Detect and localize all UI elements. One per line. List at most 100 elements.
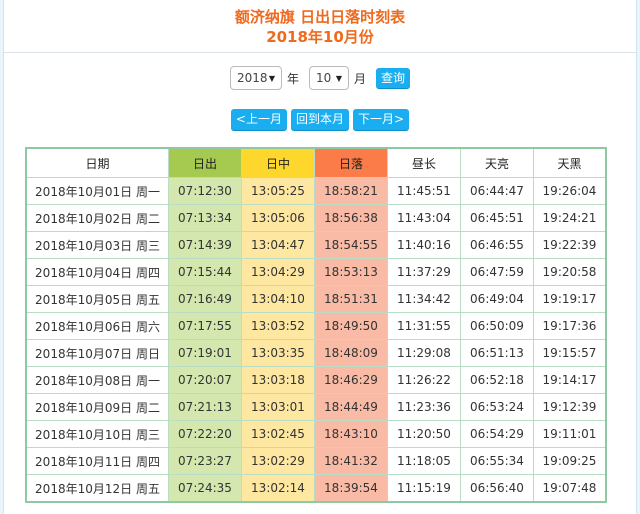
table-row: 2018年10月05日 周五 07:16:49 13:04:10 18:51:31 11… bbox=[25, 285, 607, 313]
cell-sunrise: 07:24:35 bbox=[168, 474, 242, 503]
cell-dusk: 19:11:01 bbox=[533, 420, 607, 448]
cell-date: 2018年10月05日 周五 bbox=[25, 285, 169, 313]
cell-dawn: 06:47:59 bbox=[460, 258, 534, 286]
cell-sunrise: 07:19:01 bbox=[168, 339, 242, 367]
cell-sunset: 18:58:21 bbox=[314, 177, 388, 205]
month-select-value: 10 bbox=[315, 71, 332, 85]
month-select[interactable]: 10 ▼ bbox=[308, 66, 349, 90]
cell-dusk: 19:09:25 bbox=[533, 447, 607, 475]
table-header-row: 日期 日出 日中 日落 昼长 天亮 天黑 bbox=[25, 147, 607, 178]
cell-dawn: 06:54:29 bbox=[460, 420, 534, 448]
cell-day-length: 11:29:08 bbox=[387, 339, 461, 367]
table-row: 2018年10月02日 周二 07:13:34 13:05:06 18:56:38 11… bbox=[25, 204, 607, 232]
cell-sunrise: 07:12:30 bbox=[168, 177, 242, 205]
cell-dusk: 19:07:48 bbox=[533, 474, 607, 503]
cell-sunset: 18:49:50 bbox=[314, 312, 388, 340]
cell-noon: 13:04:29 bbox=[241, 258, 315, 286]
year-select-value: 2018 bbox=[236, 71, 268, 85]
column-header-dawn: 天亮 bbox=[460, 147, 534, 178]
cell-sunset: 18:44:49 bbox=[314, 393, 388, 421]
query-controls: 2018 ▼ 年 10 ▼ 月 查询 bbox=[4, 66, 636, 90]
cell-noon: 13:02:45 bbox=[241, 420, 315, 448]
query-button[interactable]: 查询 bbox=[376, 68, 411, 88]
cell-date: 2018年10月11日 周四 bbox=[25, 447, 169, 475]
column-header-sunrise: 日出 bbox=[168, 147, 242, 178]
month-navigation: <上一月 回到本月 下一月> bbox=[4, 109, 636, 130]
cell-sunset: 18:53:13 bbox=[314, 258, 388, 286]
cell-noon: 13:03:01 bbox=[241, 393, 315, 421]
cell-noon: 13:05:06 bbox=[241, 204, 315, 232]
cell-dawn: 06:51:13 bbox=[460, 339, 534, 367]
cell-dusk: 19:24:21 bbox=[533, 204, 607, 232]
column-header-noon: 日中 bbox=[241, 147, 315, 178]
cell-dawn: 06:53:24 bbox=[460, 393, 534, 421]
cell-dawn: 06:55:34 bbox=[460, 447, 534, 475]
cell-noon: 13:02:14 bbox=[241, 474, 315, 503]
table-row: 2018年10月01日 周一 07:12:30 13:05:25 18:58:21 11… bbox=[25, 177, 607, 205]
cell-date: 2018年10月04日 周四 bbox=[25, 258, 169, 286]
column-header-sunset: 日落 bbox=[314, 147, 388, 178]
cell-sunrise: 07:15:44 bbox=[168, 258, 242, 286]
cell-dusk: 19:14:17 bbox=[533, 366, 607, 394]
cell-dawn: 06:44:47 bbox=[460, 177, 534, 205]
column-header-dusk: 天黑 bbox=[533, 147, 607, 178]
cell-date: 2018年10月01日 周一 bbox=[25, 177, 169, 205]
cell-noon: 13:03:18 bbox=[241, 366, 315, 394]
column-header-day-length: 昼长 bbox=[387, 147, 461, 178]
chevron-down-icon: ▼ bbox=[335, 73, 342, 83]
table-row: 2018年10月12日 周五 07:24:35 13:02:14 18:39:54 11… bbox=[25, 474, 607, 503]
cell-dawn: 06:45:51 bbox=[460, 204, 534, 232]
table-row: 2018年10月09日 周二 07:21:13 13:03:01 18:44:49 11… bbox=[25, 393, 607, 421]
cell-sunrise: 07:14:39 bbox=[168, 231, 242, 259]
cell-day-length: 11:45:51 bbox=[387, 177, 461, 205]
next-month-button[interactable]: 下一月> bbox=[353, 109, 410, 130]
cell-dawn: 06:50:09 bbox=[460, 312, 534, 340]
cell-dusk: 19:15:57 bbox=[533, 339, 607, 367]
cell-day-length: 11:23:36 bbox=[387, 393, 461, 421]
cell-dusk: 19:12:39 bbox=[533, 393, 607, 421]
page-subtitle: 2018年10月份 bbox=[266, 28, 374, 46]
cell-date: 2018年10月06日 周六 bbox=[25, 312, 169, 340]
prev-month-button[interactable]: <上一月 bbox=[230, 109, 287, 130]
month-unit-label: 月 bbox=[353, 71, 366, 86]
cell-sunset: 18:41:32 bbox=[314, 447, 388, 475]
cell-date: 2018年10月08日 周一 bbox=[25, 366, 169, 394]
cell-dawn: 06:56:40 bbox=[460, 474, 534, 503]
cell-day-length: 11:43:04 bbox=[387, 204, 461, 232]
current-month-button[interactable]: 回到本月 bbox=[290, 109, 349, 130]
cell-date: 2018年10月03日 周三 bbox=[25, 231, 169, 259]
cell-sunset: 18:51:31 bbox=[314, 285, 388, 313]
cell-day-length: 11:31:55 bbox=[387, 312, 461, 340]
cell-sunrise: 07:21:13 bbox=[168, 393, 242, 421]
cell-sunset: 18:43:10 bbox=[314, 420, 388, 448]
cell-date: 2018年10月02日 周二 bbox=[25, 204, 169, 232]
cell-dusk: 19:26:04 bbox=[533, 177, 607, 205]
cell-dawn: 06:46:55 bbox=[460, 231, 534, 259]
cell-dusk: 19:20:58 bbox=[533, 258, 607, 286]
year-select[interactable]: 2018 ▼ bbox=[229, 66, 282, 90]
cell-date: 2018年10月09日 周二 bbox=[25, 393, 169, 421]
cell-day-length: 11:40:16 bbox=[387, 231, 461, 259]
title-area: 额济纳旗 日出日落时刻表 2018年10月份 bbox=[4, 0, 636, 53]
cell-dusk: 19:19:17 bbox=[533, 285, 607, 313]
cell-dawn: 06:49:04 bbox=[460, 285, 534, 313]
cell-sunset: 18:39:54 bbox=[314, 474, 388, 503]
table-row: 2018年10月03日 周三 07:14:39 13:04:47 18:54:55 11… bbox=[25, 231, 607, 259]
cell-sunrise: 07:20:07 bbox=[168, 366, 242, 394]
year-unit-label: 年 bbox=[286, 71, 299, 86]
cell-date: 2018年10月10日 周三 bbox=[25, 420, 169, 448]
cell-date: 2018年10月12日 周五 bbox=[25, 474, 169, 503]
cell-day-length: 11:26:22 bbox=[387, 366, 461, 394]
cell-day-length: 11:18:05 bbox=[387, 447, 461, 475]
table-row: 2018年10月08日 周一 07:20:07 13:03:18 18:46:29 11… bbox=[25, 366, 607, 394]
cell-noon: 13:05:25 bbox=[241, 177, 315, 205]
cell-noon: 13:04:47 bbox=[241, 231, 315, 259]
cell-sunrise: 07:13:34 bbox=[168, 204, 242, 232]
cell-sunrise: 07:22:20 bbox=[168, 420, 242, 448]
cell-day-length: 11:15:19 bbox=[387, 474, 461, 503]
cell-dawn: 06:52:18 bbox=[460, 366, 534, 394]
cell-noon: 13:02:29 bbox=[241, 447, 315, 475]
cell-sunset: 18:56:38 bbox=[314, 204, 388, 232]
table-row: 2018年10月07日 周日 07:19:01 13:03:35 18:48:09 11… bbox=[25, 339, 607, 367]
chevron-down-icon: ▼ bbox=[268, 73, 275, 83]
